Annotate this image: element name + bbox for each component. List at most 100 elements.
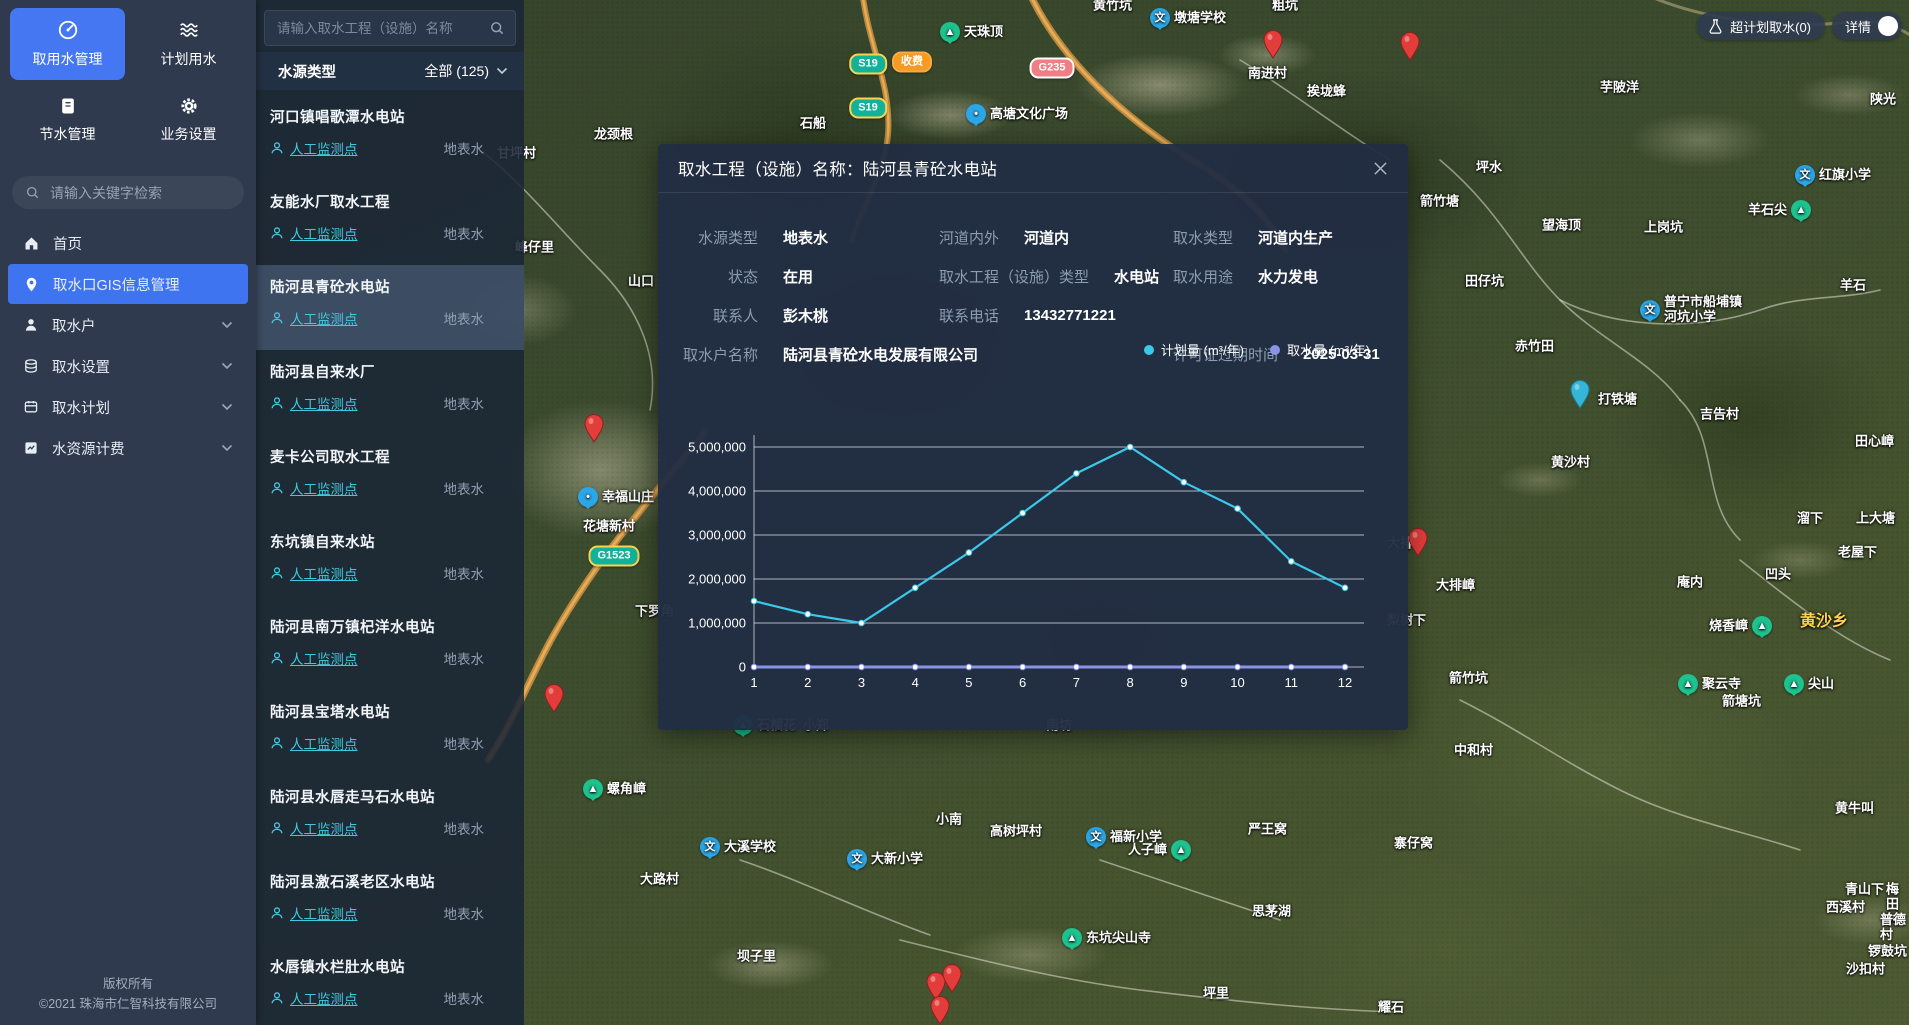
station-list-item[interactable]: 河口镇唱歌潭水电站人工监测点地表水 bbox=[256, 95, 524, 180]
person-icon bbox=[270, 906, 284, 920]
map-label: 龙颈根 bbox=[594, 128, 633, 143]
chevron-down-icon bbox=[221, 362, 233, 370]
svg-text:0: 0 bbox=[739, 660, 746, 675]
station-list-item[interactable]: 陆河县宝塔水电站人工监测点地表水 bbox=[256, 690, 524, 775]
station-list-item[interactable]: 陆河县水唇走马石水电站人工监测点地表水 bbox=[256, 775, 524, 860]
monitor-point-link[interactable]: 人工监测点 bbox=[270, 138, 358, 158]
intake-plan-chart: 01,000,0002,000,0003,000,0004,000,0005,0… bbox=[658, 144, 1408, 730]
app-tile-取用水管理[interactable]: 取用水管理 bbox=[10, 8, 125, 80]
sidebar-item-取水设置[interactable]: 取水设置 bbox=[8, 346, 248, 386]
toggle-knob[interactable] bbox=[1878, 16, 1898, 36]
station-list-item[interactable]: 陆河县南万镇杞洋水电站人工监测点地表水 bbox=[256, 605, 524, 690]
water-source-fil ter-bar[interactable]: 水源类型 全部 (125) bbox=[256, 52, 524, 90]
sidebar-menu: 首页取水口GIS信息管理取水户取水设置取水计划水资源计费 bbox=[0, 222, 256, 469]
station-list-item[interactable]: 友能水厂取水工程人工监测点地表水 bbox=[256, 180, 524, 265]
water-type: 地表水 bbox=[444, 988, 511, 1008]
person-icon bbox=[270, 736, 284, 750]
red-map-pin[interactable] bbox=[929, 995, 951, 1025]
menu-label: 取水设置 bbox=[52, 356, 110, 377]
sidebar-item-水资源计费[interactable]: 水资源计费 bbox=[8, 428, 248, 468]
filter-label: 水源类型 bbox=[278, 61, 336, 82]
station-name: 陆河县激石溪老区水电站 bbox=[270, 871, 510, 892]
red-map-pin[interactable] bbox=[1262, 29, 1284, 59]
station-list-item[interactable]: 东坑镇自来水站人工监测点地表水 bbox=[256, 520, 524, 605]
sidebar-search-input[interactable] bbox=[48, 184, 233, 202]
person-icon bbox=[270, 396, 284, 410]
map-label: 赤竹田 bbox=[1515, 340, 1554, 355]
svg-text:7: 7 bbox=[1073, 675, 1080, 690]
map-label: 耀石 bbox=[1378, 1001, 1404, 1016]
map-label: 人子嶂▲ bbox=[1128, 840, 1191, 860]
svg-text:3: 3 bbox=[858, 675, 865, 690]
station-list[interactable]: 河口镇唱歌潭水电站人工监测点地表水友能水厂取水工程人工监测点地表水陆河县青砼水电… bbox=[256, 95, 524, 1025]
app-tile-节水管理[interactable]: 节水管理 bbox=[10, 84, 125, 156]
station-list-item[interactable]: 水唇镇水栏肚水电站人工监测点地表水 bbox=[256, 945, 524, 1025]
map-label: 山口 bbox=[628, 275, 654, 290]
station-search-input[interactable] bbox=[275, 20, 489, 37]
monitor-point-link[interactable]: 人工监测点 bbox=[270, 988, 358, 1008]
chevron-down-icon[interactable] bbox=[496, 67, 508, 75]
app-tile-计划用水[interactable]: 计划用水 bbox=[131, 8, 246, 80]
map-label: 普德村 bbox=[1880, 913, 1909, 943]
flask-icon bbox=[1708, 18, 1723, 35]
monitor-point-link[interactable]: 人工监测点 bbox=[270, 393, 358, 413]
monitor-point-link[interactable]: 人工监测点 bbox=[270, 478, 358, 498]
road-badge: G1523 bbox=[588, 546, 639, 567]
mountain-poi-icon: ▲ bbox=[1171, 840, 1191, 860]
svg-text:11: 11 bbox=[1285, 675, 1299, 690]
map-label: 芋陂洋 bbox=[1600, 81, 1639, 96]
red-map-pin[interactable] bbox=[583, 413, 605, 443]
red-map-pin[interactable] bbox=[543, 683, 565, 713]
detail-toggle[interactable]: 详情 bbox=[1832, 12, 1902, 40]
sidebar-item-取水计划[interactable]: 取水计划 bbox=[8, 387, 248, 427]
svg-text:5: 5 bbox=[965, 675, 972, 690]
station-list-item[interactable]: 麦卡公司取水工程人工监测点地表水 bbox=[256, 435, 524, 520]
plan-icon bbox=[23, 399, 39, 415]
tile-label: 节水管理 bbox=[40, 124, 96, 144]
station-list-item[interactable]: 陆河县自来水厂人工监测点地表水 bbox=[256, 350, 524, 435]
app-tiles: 取用水管理计划用水节水管理 业务设置 bbox=[10, 8, 246, 156]
menu-label: 取水计划 bbox=[52, 397, 110, 418]
svg-text:12: 12 bbox=[1338, 675, 1352, 690]
monitor-point-link[interactable]: 人工监测点 bbox=[270, 223, 358, 243]
monitor-point-link[interactable]: 人工监测点 bbox=[270, 563, 358, 583]
svg-text:10: 10 bbox=[1230, 675, 1244, 690]
red-map-pin[interactable] bbox=[1407, 527, 1429, 557]
map-label: 箭塘坑 bbox=[1722, 695, 1761, 710]
svg-text:9: 9 bbox=[1180, 675, 1187, 690]
monitor-point-link[interactable]: 人工监测点 bbox=[270, 733, 358, 753]
map-label: 坪水 bbox=[1476, 161, 1502, 176]
school-poi-icon: 文 bbox=[1150, 8, 1170, 28]
waves-icon bbox=[178, 19, 200, 41]
app-tile-业务设置[interactable]: 业务设置 bbox=[131, 84, 246, 156]
map-label: 凹头 bbox=[1765, 568, 1791, 583]
person-icon bbox=[270, 481, 284, 495]
school-poi-icon: 文 bbox=[1640, 300, 1660, 320]
svg-text:4: 4 bbox=[912, 675, 919, 690]
sidebar: 取用水管理计划用水节水管理 业务设置 首页取水口GIS信息管理取水户取水设置取水计… bbox=[0, 0, 256, 1025]
red-map-pin[interactable] bbox=[941, 963, 963, 993]
monitor-point-link[interactable]: 人工监测点 bbox=[270, 818, 358, 838]
map-label: 烧香嶂▲ bbox=[1709, 616, 1772, 636]
station-name: 友能水厂取水工程 bbox=[270, 191, 510, 212]
station-list-item[interactable]: 陆河县青砼水电站人工监测点地表水 bbox=[256, 265, 524, 350]
monitor-point-link[interactable]: 人工监测点 bbox=[270, 308, 358, 328]
station-list-item[interactable]: 陆河县激石溪老区水电站人工监测点地表水 bbox=[256, 860, 524, 945]
chevron-down-icon bbox=[221, 403, 233, 411]
sidebar-item-取水口GIS信息管理[interactable]: 取水口GIS信息管理 bbox=[8, 264, 248, 304]
blue-poi-icon: • bbox=[966, 104, 986, 124]
station-name: 陆河县水唇走马石水电站 bbox=[270, 786, 510, 807]
overplan-alarm-button[interactable]: 超计划取水(0) bbox=[1697, 12, 1825, 40]
monitor-point-link[interactable]: 人工监测点 bbox=[270, 648, 358, 668]
tile-label: 计划用水 bbox=[161, 49, 217, 69]
sidebar-item-首页[interactable]: 首页 bbox=[8, 223, 248, 263]
blue-poi-icon: • bbox=[578, 487, 598, 507]
gauge-icon bbox=[57, 19, 79, 41]
water-type: 地表水 bbox=[444, 563, 511, 583]
search-icon[interactable] bbox=[489, 20, 505, 36]
map-label: •高塘文化广场 bbox=[966, 104, 1068, 124]
red-map-pin[interactable] bbox=[1399, 31, 1421, 61]
sidebar-item-取水户[interactable]: 取水户 bbox=[8, 305, 248, 345]
teal-map-pin[interactable] bbox=[1569, 379, 1591, 409]
monitor-point-link[interactable]: 人工监测点 bbox=[270, 903, 358, 923]
